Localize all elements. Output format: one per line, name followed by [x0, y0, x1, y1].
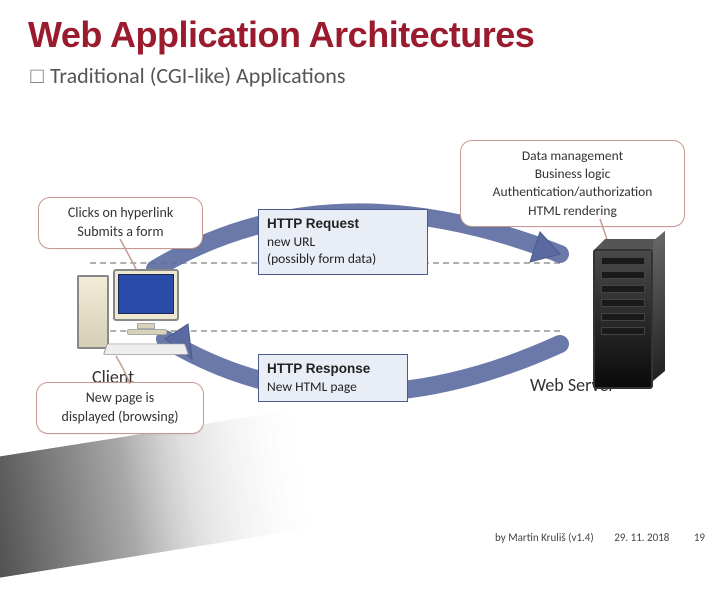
- http-request-heading: HTTP Request: [267, 215, 419, 233]
- client-computer-icon: [75, 269, 195, 369]
- footer-page: 19: [694, 531, 705, 544]
- footer-author: by Martin Kruliš (v1.4): [495, 531, 594, 544]
- http-response-heading: HTTP Response: [267, 360, 399, 378]
- http-response-box: HTTP Response New HTML page: [258, 354, 408, 402]
- slide-footer: by Martin Kruliš (v1.4) 29. 11. 2018 19: [495, 531, 705, 544]
- http-request-body: new URL (possibly form data): [267, 233, 419, 268]
- web-server-icon: [593, 249, 665, 399]
- client-result-callout: New page is displayed (browsing): [36, 382, 204, 434]
- http-response-body: New HTML page: [267, 378, 399, 396]
- server-role-callout: Data management Business logic Authentic…: [460, 140, 685, 227]
- http-request-box: HTTP Request new URL (possibly form data…: [258, 209, 428, 275]
- footer-date: 29. 11. 2018: [614, 531, 669, 544]
